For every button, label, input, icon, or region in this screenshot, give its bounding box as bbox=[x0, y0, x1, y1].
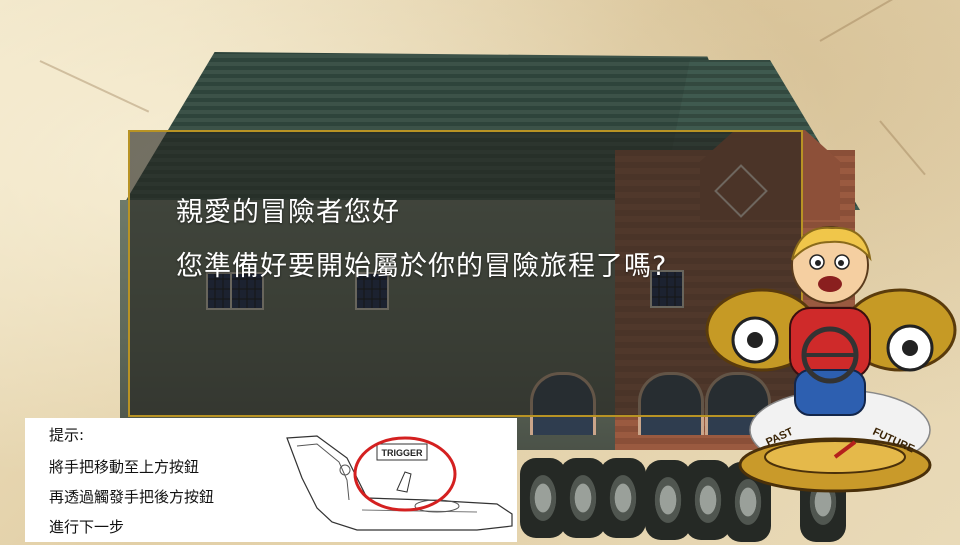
hint-step-1: 將手把移動至上方按鈕 bbox=[49, 458, 200, 476]
kid-time-machine-character: PAST FUTURE bbox=[705, 226, 957, 493]
hint-text: 提示: 將手把移動至上方按鈕 再透過觸發手把後方按鈕 進行下一步 bbox=[25, 418, 277, 542]
game-scene: 親愛的冒險者您好 您準備好要開始屬於你的冒險旅程了嗎? 提示: 將手把移動至上方… bbox=[0, 0, 960, 545]
dialog-question: 您準備好要開始屬於你的冒險旅程了嗎? bbox=[176, 251, 668, 282]
kid-shirt bbox=[789, 307, 871, 379]
gear-hub bbox=[902, 340, 918, 356]
hint-step-2: 再透過觸發手把後方按鈕 bbox=[49, 488, 215, 506]
kid-pants bbox=[794, 369, 866, 416]
trigger-label: TRIGGER bbox=[381, 448, 423, 458]
trigger-button-icon bbox=[396, 471, 412, 493]
wheel bbox=[600, 458, 646, 538]
kid-pupil bbox=[838, 260, 844, 266]
hint-panel: 提示: 將手把移動至上方按鈕 再透過觸發手把後方按鈕 進行下一步 TRIGGER bbox=[25, 418, 517, 542]
dialog-greeting: 親愛的冒險者您好 bbox=[176, 197, 400, 228]
kid-mouth bbox=[818, 276, 842, 292]
kid-pupil bbox=[815, 260, 821, 266]
hint-title: 提示: bbox=[49, 426, 85, 444]
hint-step-3: 進行下一步 bbox=[49, 518, 125, 536]
controller-diagram: TRIGGER bbox=[286, 435, 513, 531]
gear-hub bbox=[747, 332, 763, 348]
